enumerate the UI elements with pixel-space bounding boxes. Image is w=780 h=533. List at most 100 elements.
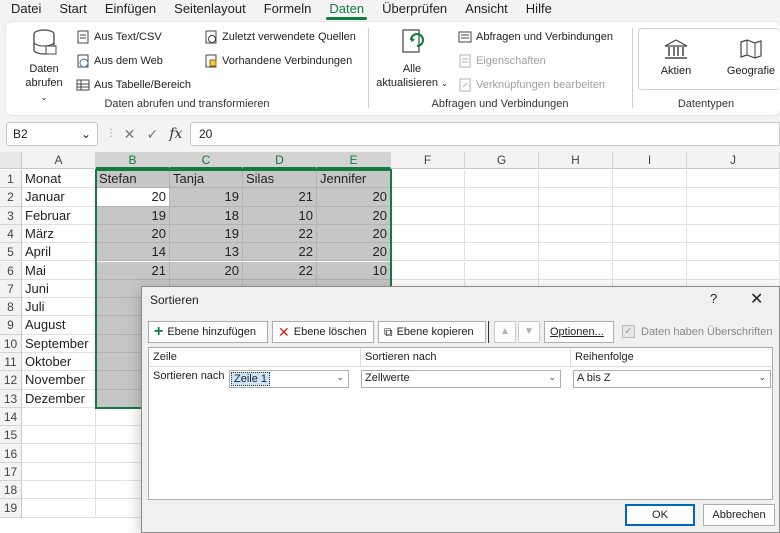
cell-a13[interactable]: Dezember: [22, 389, 96, 408]
menu-datei[interactable]: Datei: [6, 0, 46, 20]
cell-i4[interactable]: [613, 224, 687, 244]
cell-c5[interactable]: 13: [170, 243, 243, 262]
cell-j5[interactable]: [687, 243, 780, 262]
cell-h3[interactable]: [539, 206, 613, 225]
order-dropdown[interactable]: A bis Z ⌄: [573, 370, 771, 388]
cell-f2[interactable]: [391, 188, 465, 207]
cell-a11[interactable]: Oktober: [22, 353, 96, 372]
help-icon[interactable]: ?: [710, 291, 717, 306]
row-header-3[interactable]: 3: [0, 206, 22, 225]
cell-i3[interactable]: [613, 206, 687, 225]
row-header-11[interactable]: 11: [0, 353, 22, 372]
row-header-4[interactable]: 4: [0, 224, 22, 244]
cell-f3[interactable]: [391, 206, 465, 225]
cell-a3[interactable]: Februar: [22, 206, 96, 225]
cell-d4[interactable]: 22: [243, 224, 317, 244]
cell-c2[interactable]: 19: [170, 188, 243, 207]
add-level-button[interactable]: + Ebene hinzufügen: [148, 321, 268, 343]
cell-b2[interactable]: 20: [96, 188, 170, 207]
cell-e1[interactable]: Jennifer: [317, 170, 391, 189]
delete-level-button[interactable]: ✕ Ebene löschen: [272, 321, 374, 343]
properties-button[interactable]: Eigenschaften: [458, 54, 546, 68]
cell-g3[interactable]: [465, 206, 539, 225]
cell-d6[interactable]: 22: [243, 261, 317, 280]
fx-icon[interactable]: fx: [169, 126, 182, 142]
cell-d2[interactable]: 21: [243, 188, 317, 207]
cancel-icon[interactable]: ✕: [124, 126, 136, 143]
cell-d5[interactable]: 22: [243, 243, 317, 262]
menu-formeln[interactable]: Formeln: [259, 0, 317, 20]
cell-b3[interactable]: 19: [96, 206, 170, 225]
name-box[interactable]: B2 ⌄: [6, 122, 98, 146]
cell-a4[interactable]: März: [22, 224, 96, 244]
row-header-19[interactable]: 19: [0, 499, 22, 518]
cell-j3[interactable]: [687, 206, 780, 225]
cell-a19[interactable]: [22, 499, 96, 518]
ok-button[interactable]: OK: [625, 504, 695, 526]
menu-seitenlayout[interactable]: Seitenlayout: [169, 0, 251, 20]
cell-e4[interactable]: 20: [317, 224, 391, 244]
row-header-17[interactable]: 17: [0, 462, 22, 482]
cell-h4[interactable]: [539, 224, 613, 244]
refresh-all-button[interactable]: Alle aktualisieren ⌄: [374, 28, 450, 91]
cell-g6[interactable]: [465, 261, 539, 280]
cell-i1[interactable]: [613, 170, 687, 189]
cell-a16[interactable]: [22, 444, 96, 463]
cell-h6[interactable]: [539, 261, 613, 280]
row-header-6[interactable]: 6: [0, 261, 22, 280]
column-header-g[interactable]: G: [465, 152, 539, 169]
cell-i2[interactable]: [613, 188, 687, 207]
row-header-12[interactable]: 12: [0, 371, 22, 390]
cell-c3[interactable]: 18: [170, 206, 243, 225]
queries-connections-button[interactable]: Abfragen und Verbindungen: [458, 30, 613, 44]
copy-level-button[interactable]: ⧉ Ebene kopieren: [378, 321, 486, 343]
more-icon[interactable]: ⋮: [106, 128, 116, 139]
cell-i6[interactable]: [613, 261, 687, 280]
menu-hilfe[interactable]: Hilfe: [521, 0, 557, 20]
column-header-a[interactable]: A: [22, 152, 96, 169]
row-header-18[interactable]: 18: [0, 481, 22, 500]
cell-d1[interactable]: Silas: [243, 170, 317, 189]
sort-on-dropdown[interactable]: Zellwerte ⌄: [361, 370, 561, 388]
cell-f6[interactable]: [391, 261, 465, 280]
options-button[interactable]: Optionen...: [544, 321, 614, 343]
headers-checkbox[interactable]: ✓ Daten haben Überschriften: [622, 325, 772, 338]
column-header-c[interactable]: C: [170, 152, 243, 169]
cell-a12[interactable]: November: [22, 371, 96, 390]
column-header-f[interactable]: F: [391, 152, 465, 169]
cell-e2[interactable]: 20: [317, 188, 391, 207]
edit-links-button[interactable]: Verknüpfungen bearbeiten: [458, 78, 605, 92]
select-all-corner[interactable]: [0, 152, 22, 169]
row-select-dropdown[interactable]: Zeile 1 ⌄: [229, 370, 349, 388]
cell-a6[interactable]: Mai: [22, 261, 96, 280]
cell-a9[interactable]: August: [22, 316, 96, 335]
column-header-h[interactable]: H: [539, 152, 613, 169]
check-icon[interactable]: ✓: [146, 126, 158, 143]
row-header-5[interactable]: 5: [0, 243, 22, 262]
cell-j4[interactable]: [687, 224, 780, 244]
cell-a10[interactable]: September: [22, 334, 96, 353]
cell-f1[interactable]: [391, 170, 465, 189]
cell-e3[interactable]: 20: [317, 206, 391, 225]
menu-überprüfen[interactable]: Überprüfen: [377, 0, 452, 20]
cell-f4[interactable]: [391, 224, 465, 244]
stocks-button[interactable]: Aktien: [654, 38, 698, 78]
cell-e6[interactable]: 10: [317, 261, 391, 280]
formula-input[interactable]: 20: [190, 122, 780, 146]
row-header-1[interactable]: 1: [0, 170, 22, 189]
cancel-button[interactable]: Abbrechen: [703, 504, 775, 526]
cell-f5[interactable]: [391, 243, 465, 262]
row-header-10[interactable]: 10: [0, 334, 22, 353]
row-header-13[interactable]: 13: [0, 389, 22, 408]
from-table-range-button[interactable]: Aus Tabelle/Bereich: [76, 78, 191, 92]
cell-a1[interactable]: Monat: [22, 170, 96, 189]
row-header-7[interactable]: 7: [0, 279, 22, 299]
row-header-8[interactable]: 8: [0, 298, 22, 317]
cell-b6[interactable]: 21: [96, 261, 170, 280]
column-header-b[interactable]: B: [96, 152, 170, 169]
row-header-2[interactable]: 2: [0, 188, 22, 207]
cell-c4[interactable]: 19: [170, 224, 243, 244]
cell-j6[interactable]: [687, 261, 780, 280]
menu-ansicht[interactable]: Ansicht: [460, 0, 513, 20]
cell-a14[interactable]: [22, 407, 96, 427]
